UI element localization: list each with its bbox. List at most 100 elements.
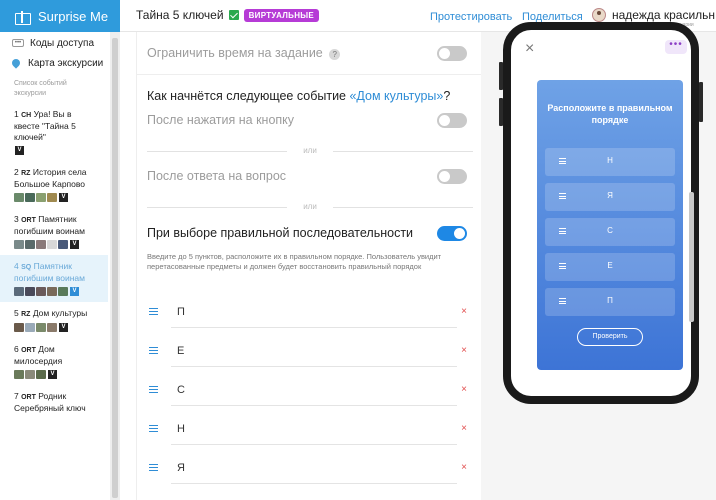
project-title: Тайна 5 ключей ВИРТУАЛЬНЫЕ bbox=[136, 8, 320, 22]
thumbnail-image bbox=[25, 193, 35, 202]
drag-handle-icon[interactable] bbox=[149, 347, 158, 354]
keys-icon: ••• bbox=[12, 39, 24, 47]
preview-option[interactable]: Е bbox=[545, 253, 675, 281]
divider-line bbox=[147, 207, 287, 208]
event-number: 5 bbox=[14, 308, 19, 318]
preview-option[interactable]: П bbox=[545, 288, 675, 316]
help-icon[interactable]: ? bbox=[329, 49, 341, 60]
remove-icon[interactable]: × bbox=[461, 384, 467, 395]
divider-line bbox=[147, 151, 287, 152]
divider-line bbox=[333, 151, 473, 152]
event-item-6[interactable]: 6 ORT Дом милосердия V bbox=[0, 338, 108, 385]
gift-icon bbox=[14, 8, 31, 25]
verify-button[interactable]: Проверить bbox=[577, 328, 643, 346]
user-menu[interactable]: надежда красильн bbox=[592, 8, 715, 22]
event-item-1[interactable]: 1 CH Ура! Вы в квесте "Тайна 5 ключей" V bbox=[0, 103, 108, 161]
thumbnail-image bbox=[14, 370, 24, 379]
preview-option[interactable]: С bbox=[545, 218, 675, 246]
check-icon bbox=[228, 10, 239, 20]
event-number: 3 bbox=[14, 214, 19, 224]
thumbnail-image bbox=[14, 287, 24, 296]
sequence-item-input[interactable]: Н bbox=[171, 415, 457, 445]
scrollbar-thumb[interactable] bbox=[112, 38, 118, 498]
event-thumbs: V bbox=[14, 240, 94, 249]
thumbnail-image bbox=[36, 240, 46, 249]
test-link[interactable]: Протестировать bbox=[430, 11, 512, 23]
event-thumbs: V bbox=[14, 146, 94, 155]
event-item-3[interactable]: 3 ORT Памятник погибшим воинам V bbox=[0, 208, 108, 255]
thumbnail-image bbox=[36, 370, 46, 379]
remove-icon[interactable]: × bbox=[461, 462, 467, 473]
preview-scrollbar[interactable] bbox=[689, 192, 694, 322]
option-label: Н bbox=[607, 156, 613, 165]
sequence-hint: Введите до 5 пунктов, расположите их в п… bbox=[147, 252, 442, 271]
thumbnail-image bbox=[14, 323, 24, 332]
sequence-item-input[interactable]: Я bbox=[171, 454, 457, 484]
brand-logo[interactable]: Surprise Me bbox=[0, 0, 120, 32]
sequence-item: С × bbox=[147, 376, 473, 406]
event-thumbs: V bbox=[14, 287, 94, 296]
sidebar: ••• Коды доступа Карта экскурсии Список … bbox=[0, 32, 120, 500]
remove-icon[interactable]: × bbox=[461, 423, 467, 434]
virtual-badge: ВИРТУАЛЬНЫЕ bbox=[243, 8, 320, 22]
or-divider: или bbox=[147, 146, 473, 156]
sequence-item-input[interactable]: П bbox=[171, 298, 457, 328]
drag-handle-icon[interactable] bbox=[149, 425, 158, 432]
event-item-4[interactable]: 4 SQ Памятник погибшим воинам V bbox=[0, 255, 108, 302]
close-icon[interactable]: × bbox=[525, 40, 534, 58]
correct-sequence-label: При выборе правильной последовательности bbox=[147, 226, 414, 240]
phone-side-button bbox=[699, 82, 703, 122]
event-settings-panel: Ограничить время на задание ? Как начнёт… bbox=[136, 32, 481, 500]
event-item-2[interactable]: 2 RZ История села Большое Карпово V bbox=[0, 161, 108, 208]
user-name: надежда красильн bbox=[612, 8, 716, 22]
option-label: П bbox=[607, 296, 613, 305]
thumbnail-image bbox=[47, 240, 57, 249]
divider-line bbox=[333, 207, 473, 208]
after-answer-toggle[interactable] bbox=[437, 169, 467, 184]
project-name: Тайна 5 ключей bbox=[136, 8, 224, 22]
thumbnail-image bbox=[25, 287, 35, 296]
preview-option[interactable]: Н bbox=[545, 148, 675, 176]
event-item-7[interactable]: 7 ORT Родник Серебряный ключ bbox=[0, 385, 108, 420]
event-title: Дом культуры bbox=[32, 308, 88, 318]
sequence-item: Е × bbox=[147, 337, 473, 367]
question-card: Расположите в правильном порядке Н Я С Е… bbox=[537, 80, 683, 370]
correct-sequence-row: При выборе правильной последовательности bbox=[147, 226, 473, 241]
drag-handle-icon[interactable] bbox=[149, 308, 158, 315]
virtual-icon: V bbox=[70, 240, 79, 249]
avatar-icon bbox=[592, 8, 606, 22]
drag-handle-icon[interactable] bbox=[149, 386, 158, 393]
sequence-item-input[interactable]: С bbox=[171, 376, 457, 406]
virtual-icon: V bbox=[48, 370, 57, 379]
sidebar-item-tour-map[interactable]: Карта экскурсии bbox=[0, 53, 119, 73]
drag-handle-icon[interactable] bbox=[149, 464, 158, 471]
more-icon[interactable]: ••• bbox=[665, 40, 687, 54]
thumbnail-image bbox=[14, 193, 24, 202]
thumbnail-image bbox=[25, 370, 35, 379]
sidebar-scrollbar[interactable] bbox=[110, 32, 120, 500]
brand-name: Surprise Me bbox=[38, 8, 109, 24]
after-answer-row: После ответа на вопрос bbox=[147, 169, 473, 184]
remove-icon[interactable]: × bbox=[461, 345, 467, 356]
sequence-item-input[interactable]: Е bbox=[171, 337, 457, 367]
remove-icon[interactable]: × bbox=[461, 306, 467, 317]
event-code: RZ bbox=[21, 170, 31, 177]
next-event-link[interactable]: «Дом культуры» bbox=[349, 89, 443, 103]
sidebar-item-access-codes[interactable]: ••• Коды доступа bbox=[0, 33, 119, 53]
limit-time-row: Ограничить время на задание ? bbox=[147, 46, 473, 61]
sequence-item: Н × bbox=[147, 415, 473, 445]
phone-frame: × ••• Расположите в правильном порядке Н… bbox=[503, 22, 699, 404]
after-button-toggle[interactable] bbox=[437, 113, 467, 128]
or-label: или bbox=[303, 146, 317, 155]
next-event-question: Как начнётся следующее событие «Дом куль… bbox=[147, 89, 473, 103]
map-pin-icon bbox=[10, 57, 22, 69]
event-item-5[interactable]: 5 RZ Дом культуры V bbox=[0, 302, 108, 338]
preview-option[interactable]: Я bbox=[545, 183, 675, 211]
question-mark: ? bbox=[443, 89, 451, 103]
limit-time-toggle[interactable] bbox=[437, 46, 467, 61]
thumbnail-image bbox=[47, 193, 57, 202]
or-divider: или bbox=[147, 202, 473, 212]
event-code: CH bbox=[21, 112, 32, 119]
correct-sequence-toggle[interactable] bbox=[437, 226, 467, 241]
sequence-item: П × bbox=[147, 298, 473, 328]
